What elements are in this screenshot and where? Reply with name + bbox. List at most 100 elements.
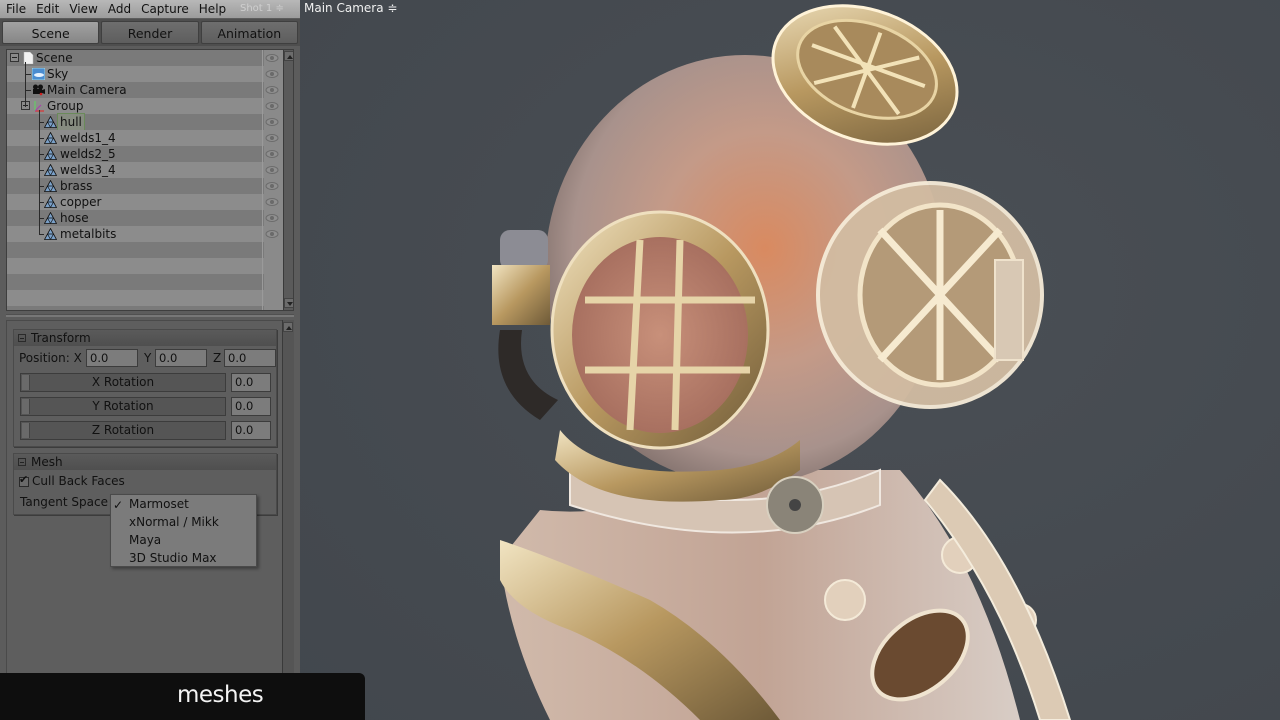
z-rotation-slider[interactable]: Z Rotation xyxy=(20,421,226,440)
mesh-icon xyxy=(44,212,57,224)
eye-icon[interactable] xyxy=(265,182,279,190)
tab-scene[interactable]: Scene xyxy=(2,21,100,44)
empty-row xyxy=(7,290,264,306)
tab-animation[interactable]: Animation xyxy=(200,21,298,44)
tree-item-brass[interactable]: brass xyxy=(7,178,264,194)
mesh-header[interactable]: Mesh xyxy=(14,454,276,470)
menu-capture[interactable]: Capture xyxy=(136,0,194,18)
position-x-label: Position: X xyxy=(19,351,82,365)
tangent-space-dropdown: ✓ Marmoset xNormal / Mikk Maya 3D Studio… xyxy=(110,494,257,567)
caption-bar: meshes xyxy=(0,673,365,720)
tab-render[interactable]: Render xyxy=(101,21,199,44)
visibility-toggles xyxy=(265,54,279,238)
panel-tabs: Scene Render Animation xyxy=(0,19,300,46)
scroll-down-button[interactable] xyxy=(284,298,293,308)
collapse-icon[interactable] xyxy=(18,334,26,342)
position-y-label: Y xyxy=(144,351,152,365)
tree-item-sky[interactable]: Sky xyxy=(7,66,264,82)
arrow-down-icon xyxy=(287,302,293,306)
checkmark-icon: ✓ xyxy=(113,498,124,512)
y-rotation-input[interactable]: 0.0 xyxy=(231,397,271,416)
tree-item-main-camera[interactable]: Main Camera xyxy=(7,82,264,98)
tree-scrollbar[interactable] xyxy=(283,50,293,310)
eye-icon[interactable] xyxy=(265,118,279,126)
tangent-space-label[interactable]: Tangent Space ≑ xyxy=(20,495,122,509)
eye-icon[interactable] xyxy=(265,54,279,62)
tree-item-scene[interactable]: Scene xyxy=(7,50,264,66)
slider-handle[interactable] xyxy=(22,375,30,390)
scroll-up-button[interactable] xyxy=(283,322,293,332)
3d-viewport[interactable]: Main Camera ≑ xyxy=(300,0,1280,720)
z-rotation-input[interactable]: 0.0 xyxy=(231,421,271,440)
eye-icon[interactable] xyxy=(265,166,279,174)
menu-help[interactable]: Help xyxy=(194,0,231,18)
empty-row xyxy=(7,258,264,274)
tree-item-welds3-4[interactable]: welds3_4 xyxy=(7,162,264,178)
collapse-icon[interactable] xyxy=(18,458,26,466)
eye-icon[interactable] xyxy=(265,70,279,78)
slider-handle[interactable] xyxy=(22,423,30,438)
eye-icon[interactable] xyxy=(265,230,279,238)
empty-row xyxy=(7,306,264,310)
tree-item-group[interactable]: Group xyxy=(7,98,264,114)
slider-handle[interactable] xyxy=(22,399,30,414)
y-rotation-row: Y Rotation 0.0 xyxy=(20,397,276,416)
eye-icon[interactable] xyxy=(265,102,279,110)
tree-item-hull[interactable]: hull xyxy=(7,113,264,131)
menu-view[interactable]: View xyxy=(64,0,102,18)
mesh-icon xyxy=(44,228,57,240)
menu-bar: File Edit View Add Capture Help Shot 1 ≑ xyxy=(0,0,300,18)
eye-icon[interactable] xyxy=(265,150,279,158)
left-panel: File Edit View Add Capture Help Shot 1 ≑… xyxy=(0,0,300,720)
x-rotation-row: X Rotation 0.0 xyxy=(20,373,276,392)
collapse-toggle[interactable] xyxy=(10,53,19,62)
caption-text: meshes xyxy=(177,682,264,708)
cull-back-faces-checkbox[interactable]: ✔ xyxy=(19,473,29,487)
mesh-icon xyxy=(44,148,57,160)
y-rotation-slider[interactable]: Y Rotation xyxy=(20,397,226,416)
empty-row xyxy=(7,274,264,290)
x-rotation-input[interactable]: 0.0 xyxy=(231,373,271,392)
option-maya[interactable]: Maya xyxy=(129,532,161,548)
scene-tree: Scene Sky Main Camera Group hull welds1_… xyxy=(6,49,294,311)
sky-icon xyxy=(32,68,45,80)
menu-edit[interactable]: Edit xyxy=(31,0,64,18)
tree-item-copper[interactable]: copper xyxy=(7,194,264,210)
x-rotation-slider[interactable]: X Rotation xyxy=(20,373,226,392)
menu-add[interactable]: Add xyxy=(103,0,136,18)
camera-icon xyxy=(33,84,45,96)
z-rotation-row: Z Rotation 0.0 xyxy=(20,421,276,440)
mesh-icon xyxy=(44,196,57,208)
transform-header[interactable]: Transform xyxy=(14,330,276,346)
panel-splitter[interactable] xyxy=(6,314,294,317)
diving-helmet-render xyxy=(492,4,1072,720)
position-x-input[interactable]: 0.0 xyxy=(86,349,138,367)
checkmark-icon: ✔ xyxy=(19,473,29,486)
menu-file[interactable]: File xyxy=(0,0,31,18)
eye-icon[interactable] xyxy=(265,214,279,222)
cull-back-faces-label: Cull Back Faces xyxy=(32,474,125,488)
position-row: Position: X 0.0 Y 0.0 Z 0.0 xyxy=(14,349,278,367)
option-marmoset[interactable]: Marmoset xyxy=(129,496,189,512)
camera-selector[interactable]: Main Camera ≑ xyxy=(304,1,397,15)
option-3d-studio-max[interactable]: 3D Studio Max xyxy=(129,550,217,566)
transform-group: Transform Position: X 0.0 Y 0.0 Z 0.0 X … xyxy=(13,329,277,447)
arrow-up-icon xyxy=(287,55,293,59)
position-z-label: Z xyxy=(213,351,222,365)
shot-selector[interactable]: Shot 1 ≑ xyxy=(240,0,284,18)
properties-scrollbar[interactable] xyxy=(282,320,294,680)
tree-item-welds1-4[interactable]: welds1_4 xyxy=(7,130,264,146)
tree-item-hose[interactable]: hose xyxy=(7,210,264,226)
scroll-up-button[interactable] xyxy=(284,51,293,61)
option-xnormal-mikk[interactable]: xNormal / Mikk xyxy=(129,514,219,530)
position-y-input[interactable]: 0.0 xyxy=(155,349,207,367)
eye-icon[interactable] xyxy=(265,86,279,94)
mesh-icon xyxy=(44,132,57,144)
position-z-input[interactable]: 0.0 xyxy=(224,349,276,367)
tree-item-metalbits[interactable]: metalbits xyxy=(7,226,264,242)
eye-icon[interactable] xyxy=(265,198,279,206)
eye-icon[interactable] xyxy=(265,134,279,142)
mesh-icon xyxy=(44,164,57,176)
tree-item-welds2-5[interactable]: welds2_5 xyxy=(7,146,264,162)
mesh-icon xyxy=(44,180,57,192)
